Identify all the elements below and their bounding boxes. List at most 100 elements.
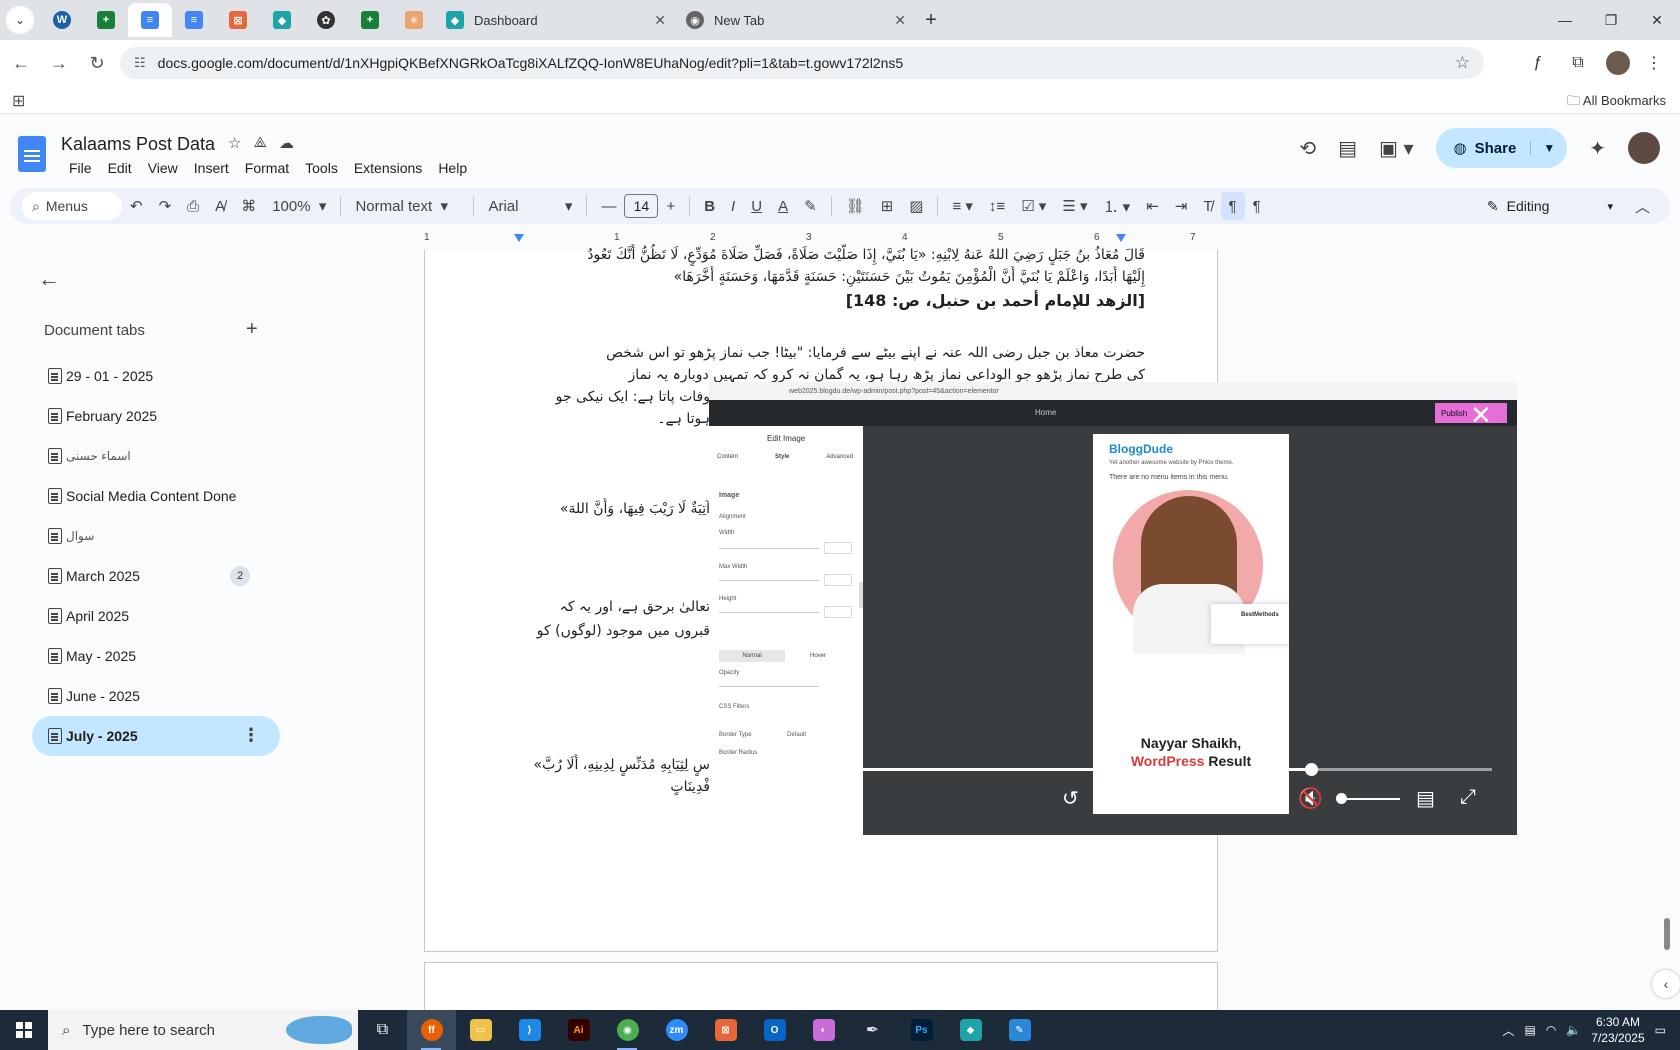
network-icon[interactable]: ▤ bbox=[1524, 1023, 1535, 1037]
extension-icon[interactable]: ƒ bbox=[1522, 46, 1554, 80]
comment-icon[interactable]: ▤ bbox=[1338, 136, 1357, 161]
style-select[interactable]: Normal text ▾ bbox=[347, 188, 467, 224]
decrease-indent-icon[interactable]: ⇤ bbox=[1138, 188, 1167, 224]
search-menus-input[interactable]: ⌕ Menus bbox=[22, 192, 122, 220]
zoom-select[interactable]: 100% ▾ bbox=[264, 188, 334, 224]
task-view-button[interactable]: ⧉ bbox=[358, 1010, 407, 1050]
right-indent-marker[interactable] bbox=[1116, 234, 1126, 242]
puzzle-icon[interactable]: ⧉ bbox=[1562, 46, 1594, 80]
doc-tab-february-2025[interactable]: February 2025 bbox=[32, 396, 280, 436]
increase-indent-icon[interactable]: ⇥ bbox=[1167, 188, 1196, 224]
taskbar-photos[interactable]: ◐ bbox=[799, 1010, 848, 1050]
print-icon[interactable]: ⎙ bbox=[179, 188, 207, 224]
apps-grid-icon[interactable]: ⊞ bbox=[12, 91, 25, 111]
decrease-font-icon[interactable]: — bbox=[593, 188, 624, 224]
ltr-icon[interactable]: ¶ bbox=[1220, 192, 1245, 220]
clock[interactable]: 6:30 AM 7/23/2025 bbox=[1591, 1014, 1644, 1046]
italic-icon[interactable]: I bbox=[723, 188, 743, 224]
tab-search-icon[interactable]: ⌄ bbox=[6, 6, 34, 34]
share-button[interactable]: ◍ Share ▼ bbox=[1435, 128, 1568, 168]
add-tab-icon[interactable]: + bbox=[246, 318, 258, 341]
menu-help[interactable]: Help bbox=[430, 158, 475, 178]
doc-tab-asma-husna[interactable]: اسماء حسنی bbox=[32, 436, 280, 476]
meet-icon[interactable]: ▣ ▾ bbox=[1379, 136, 1414, 161]
taskbar-photoshop[interactable]: Ps bbox=[897, 1010, 946, 1050]
menu-format[interactable]: Format bbox=[237, 158, 297, 178]
redo-icon[interactable]: ↷ bbox=[151, 188, 180, 224]
share-main[interactable]: ◍ Share bbox=[1436, 139, 1531, 158]
mute-icon[interactable]: 🔇 bbox=[1298, 786, 1323, 811]
bullet-list-icon[interactable]: ☰ ▾ bbox=[1054, 188, 1095, 224]
kebab-menu-icon[interactable]: ⋮ bbox=[1638, 46, 1670, 80]
volume-slider[interactable] bbox=[1336, 793, 1400, 804]
video-progress-bar[interactable] bbox=[738, 763, 1492, 776]
back-arrow-icon[interactable]: ← bbox=[38, 266, 60, 292]
taskbar-zoom[interactable]: zm bbox=[652, 1010, 701, 1050]
align-icon[interactable]: ≡ ▾ bbox=[944, 188, 980, 224]
increase-font-icon[interactable]: + bbox=[658, 188, 683, 224]
all-bookmarks-button[interactable]: 🗀 All Bookmarks bbox=[1567, 92, 1666, 114]
back-icon[interactable]: ← bbox=[4, 46, 38, 80]
menu-file[interactable]: File bbox=[61, 158, 100, 178]
paint-format-icon[interactable]: ⌘ bbox=[233, 188, 264, 224]
doc-tab-april-2025[interactable]: April 2025 bbox=[32, 596, 280, 636]
pause-icon[interactable]: ❚❚ bbox=[1104, 786, 1138, 811]
document-scrollbar[interactable] bbox=[1664, 918, 1670, 950]
font-select[interactable]: Arial ▾ bbox=[480, 188, 580, 224]
taskbar-vscode[interactable]: ⟩ bbox=[505, 1010, 554, 1050]
cloud-icon[interactable]: ☁ bbox=[279, 134, 294, 152]
menu-insert[interactable]: Insert bbox=[186, 158, 237, 178]
rewind-icon[interactable]: ↺ bbox=[1062, 786, 1079, 811]
link-icon[interactable]: ⛓ bbox=[838, 188, 873, 224]
reload-icon[interactable]: ↻ bbox=[80, 46, 114, 80]
menu-tools[interactable]: Tools bbox=[297, 158, 346, 178]
side-panel-chevron-icon[interactable]: ‹ bbox=[1652, 970, 1680, 998]
profile-avatar[interactable] bbox=[1606, 51, 1630, 75]
move-icon[interactable]: ⟁ bbox=[253, 134, 266, 152]
captions-icon[interactable]: ▤ bbox=[1416, 786, 1435, 811]
minimize-icon[interactable]: — bbox=[1542, 0, 1588, 40]
new-tab-button[interactable]: + bbox=[916, 5, 946, 35]
doc-tab-sawal[interactable]: سوال bbox=[32, 516, 280, 556]
close-icon[interactable]: ✕ bbox=[894, 12, 906, 29]
taskbar-outlook[interactable]: O bbox=[750, 1010, 799, 1050]
star-icon[interactable]: ☆ bbox=[228, 134, 241, 152]
restore-icon[interactable]: ❐ bbox=[1588, 0, 1634, 40]
taskbar-illustrator[interactable]: Ai bbox=[554, 1010, 603, 1050]
doc-tab-social-media[interactable]: Social Media Content Done bbox=[32, 476, 280, 516]
checklist-icon[interactable]: ☑ ▾ bbox=[1013, 188, 1054, 224]
taskbar-pen-tool[interactable]: ✒ bbox=[848, 1010, 897, 1050]
pinned-tab-docs-2[interactable]: ≡ bbox=[172, 3, 216, 37]
doc-tab-july-2025[interactable]: July - 2025 ⋮ bbox=[32, 716, 280, 756]
tab-options-icon[interactable]: ⋮ bbox=[242, 725, 260, 746]
tab-new-tab[interactable]: ◉ New Tab ✕ bbox=[676, 3, 916, 37]
share-dropdown-icon[interactable]: ▼ bbox=[1530, 141, 1567, 155]
doc-tab-march-2025[interactable]: March 2025 2 bbox=[32, 556, 280, 596]
menu-edit[interactable]: Edit bbox=[100, 158, 140, 178]
pinned-tab-app-teal[interactable]: ◆ bbox=[260, 3, 304, 37]
notifications-icon[interactable]: ▭ bbox=[1655, 1023, 1666, 1037]
bookmark-star-icon[interactable]: ☆ bbox=[1455, 53, 1470, 73]
bold-icon[interactable]: B bbox=[696, 188, 723, 224]
pinned-tab-wordpress[interactable]: W bbox=[40, 3, 84, 37]
clear-formatting-icon[interactable]: T̸ bbox=[1195, 188, 1220, 224]
gemini-icon[interactable]: ✦ bbox=[1589, 136, 1606, 161]
font-size-input[interactable]: 14 bbox=[624, 194, 659, 218]
close-icon[interactable]: ✕ bbox=[654, 12, 666, 29]
menu-extensions[interactable]: Extensions bbox=[346, 158, 430, 178]
pinned-tab-docs-active[interactable]: ≡ bbox=[128, 3, 172, 37]
history-icon[interactable]: ⟲ bbox=[1299, 136, 1316, 161]
tab-dashboard[interactable]: ◆ Dashboard ✕ bbox=[436, 3, 676, 37]
pinned-tab-sheets[interactable]: + bbox=[84, 3, 128, 37]
highlight-icon[interactable]: ✎ bbox=[796, 188, 825, 224]
start-button[interactable] bbox=[0, 1010, 48, 1050]
taskbar-firefox[interactable]: ff bbox=[407, 1010, 456, 1050]
chevron-up-icon[interactable]: ︿ bbox=[1502, 1022, 1514, 1039]
taskbar-search-input[interactable]: ⌕ Type here to search bbox=[48, 1010, 358, 1050]
left-indent-marker[interactable] bbox=[514, 234, 524, 242]
fullscreen-icon[interactable]: ⤢ bbox=[1460, 786, 1476, 809]
video-close-icon[interactable]: ✕ bbox=[1470, 400, 1492, 431]
undo-icon[interactable]: ↶ bbox=[122, 188, 151, 224]
spellcheck-icon[interactable]: A̸ bbox=[207, 188, 233, 224]
pinned-tab-chatgpt[interactable]: ✿ bbox=[304, 3, 348, 37]
